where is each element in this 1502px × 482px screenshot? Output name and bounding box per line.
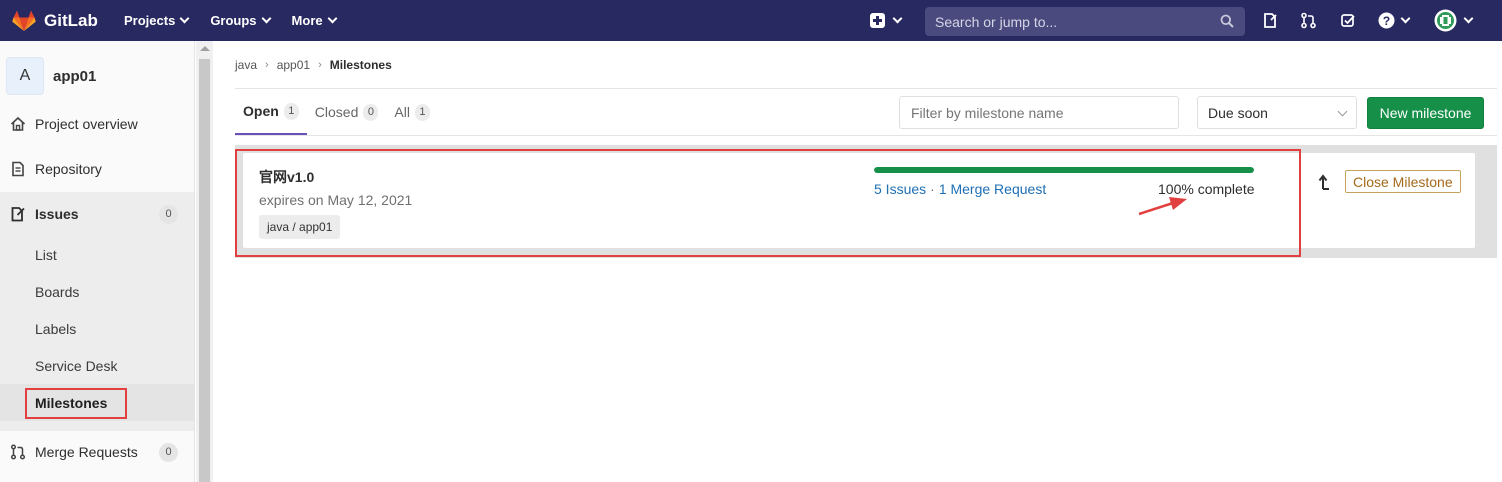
tab-all[interactable]: All 1 [386, 89, 438, 135]
main-content: java › app01 › Milestones Open 1 Closed … [214, 41, 1502, 482]
svg-text:?: ? [1383, 14, 1390, 28]
chevron-down-icon [261, 13, 271, 24]
issues-count-badge: 0 [159, 204, 178, 224]
nav-more[interactable]: More [291, 13, 338, 28]
document-icon [12, 161, 24, 177]
search-input[interactable]: Search or jump to... [925, 7, 1245, 36]
breadcrumb-milestones[interactable]: Milestones [330, 58, 392, 72]
nav-groups-label: Groups [210, 13, 257, 28]
milestone-filter-input[interactable] [899, 96, 1179, 129]
close-milestone-button[interactable]: Close Milestone [1345, 170, 1461, 193]
sidebar-item-merge-requests[interactable]: Merge Requests 0 [0, 432, 194, 472]
project-header[interactable]: A app01 [0, 41, 194, 101]
tab-all-label: All [394, 104, 410, 120]
issues-icon [11, 207, 25, 222]
sidebar-subitem-list[interactable]: List [0, 236, 194, 273]
top-navbar: GitLab Projects Groups More Search or ju… [0, 0, 1502, 41]
chevron-down-icon [327, 13, 338, 24]
scrollbar-thumb[interactable] [199, 59, 210, 482]
brand[interactable]: GitLab [0, 10, 116, 32]
project-avatar: A [6, 57, 44, 95]
help-dropdown[interactable]: ? [1378, 12, 1411, 29]
chevron-down-icon [892, 13, 903, 24]
new-milestone-button[interactable]: New milestone [1367, 97, 1484, 129]
chevron-down-icon [1337, 106, 1348, 117]
sidebar-item-issues[interactable]: Issues 0 [0, 192, 194, 236]
tab-closed-count: 0 [363, 103, 379, 121]
plus-square-icon [870, 13, 885, 28]
merge-request-icon[interactable] [1300, 12, 1317, 29]
sidebar-scrollbar[interactable] [196, 41, 213, 482]
sort-dropdown[interactable]: Due soon [1197, 96, 1357, 129]
breadcrumb-java[interactable]: java [235, 58, 257, 72]
tab-closed[interactable]: Closed 0 [307, 89, 387, 135]
chevron-right-icon: › [265, 59, 269, 71]
todo-icon[interactable] [1340, 12, 1357, 29]
tab-open-label: Open [243, 103, 279, 119]
milestones-highlight-box [25, 388, 127, 419]
home-icon [10, 116, 26, 131]
sidebar-item-label: Issues [35, 206, 79, 222]
search-placeholder: Search or jump to... [935, 13, 1058, 30]
help-icon: ? [1378, 12, 1395, 29]
gitlab-logo-icon [12, 10, 36, 31]
chevron-down-icon [1463, 13, 1474, 24]
sidebar-item-repository[interactable]: Repository [0, 149, 194, 189]
chevron-right-icon: › [318, 59, 322, 71]
sidebar-subgroup-end [0, 421, 194, 431]
user-menu[interactable] [1434, 9, 1474, 32]
sidebar-item-label: Project overview [35, 116, 138, 132]
tab-open-count: 1 [283, 102, 299, 120]
breadcrumb: java › app01 › Milestones [235, 58, 392, 72]
chevron-down-icon [179, 13, 190, 24]
nav-projects[interactable]: Projects [124, 13, 190, 28]
user-avatar [1434, 9, 1457, 32]
nav-groups[interactable]: Groups [210, 13, 271, 28]
chevron-down-icon [1400, 13, 1411, 24]
new-dropdown[interactable] [870, 0, 903, 41]
merge-request-icon [10, 444, 26, 460]
search-icon [1220, 14, 1234, 28]
tab-all-count: 1 [414, 103, 430, 121]
sidebar-item-label: Repository [35, 161, 102, 177]
tabs-divider [235, 135, 1497, 136]
nav-projects-label: Projects [124, 13, 176, 28]
sidebar-subitem-service-desk[interactable]: Service Desk [0, 347, 194, 384]
nav-more-label: More [291, 13, 323, 28]
project-name: app01 [53, 67, 97, 85]
tab-closed-label: Closed [314, 104, 359, 120]
issues-icon[interactable] [1262, 12, 1279, 29]
milestone-state-tabs: Open 1 Closed 0 All 1 [235, 89, 438, 136]
sidebar-item-label: Merge Requests [35, 444, 138, 460]
promote-icon[interactable] [1318, 174, 1332, 190]
scroll-up-arrow-icon[interactable] [200, 46, 210, 51]
breadcrumb-app01[interactable]: app01 [277, 58, 310, 72]
brand-name: GitLab [44, 10, 98, 30]
nav-menu: Projects Groups More [124, 13, 358, 28]
sort-selected-value: Due soon [1208, 104, 1268, 121]
sidebar-subitem-labels[interactable]: Labels [0, 310, 194, 347]
sidebar-subitem-boards[interactable]: Boards [0, 273, 194, 310]
milestone-highlight-box [235, 149, 1301, 257]
tab-open[interactable]: Open 1 [235, 89, 307, 135]
sidebar-item-project-overview[interactable]: Project overview [0, 104, 194, 144]
merge-requests-count-badge: 0 [159, 442, 178, 462]
